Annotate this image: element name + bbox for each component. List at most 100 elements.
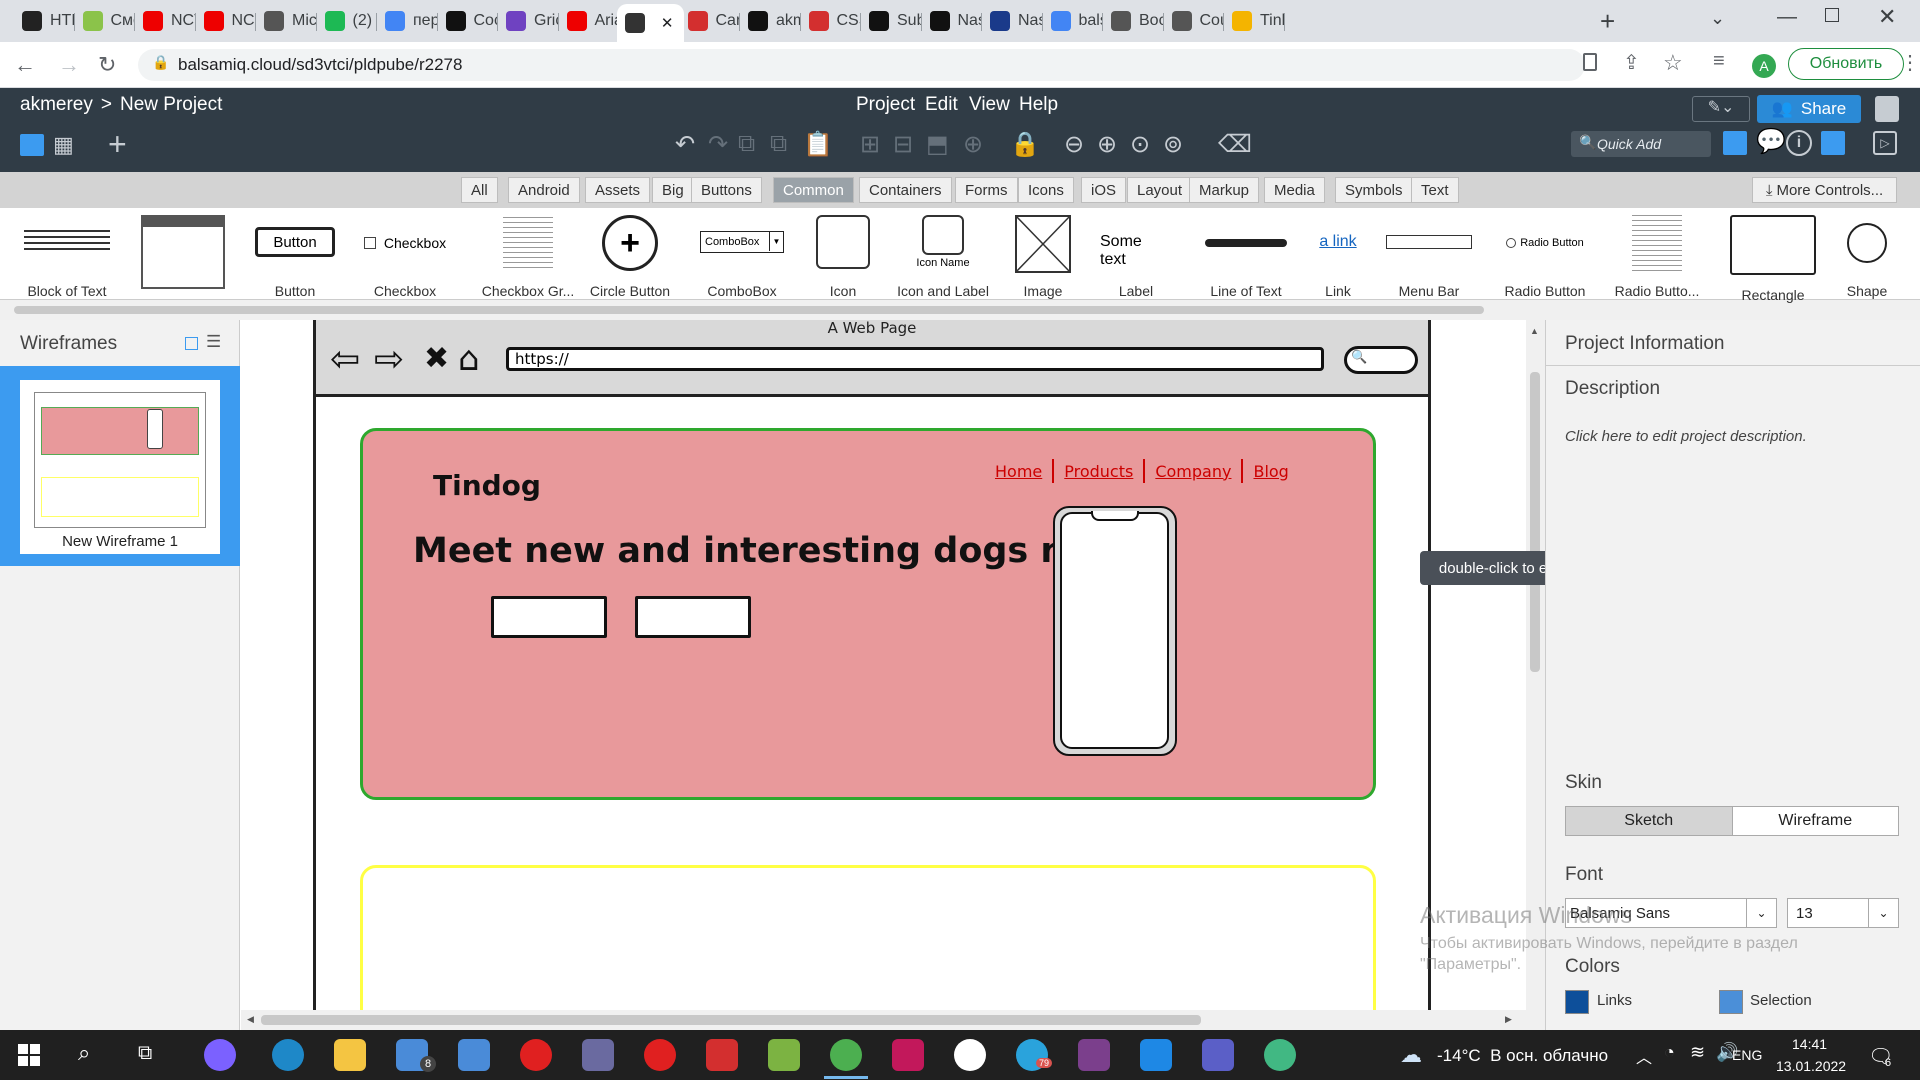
chrome-icon[interactable] xyxy=(830,1039,862,1071)
canvas-horizontal-scrollbar[interactable]: ◀ ▶ xyxy=(241,1010,1545,1030)
share-button[interactable]: 👥 Share xyxy=(1757,95,1861,123)
palette-scroll-thumb[interactable] xyxy=(14,306,1484,314)
browser-tab[interactable]: Nas xyxy=(922,4,982,38)
clock-time[interactable]: 14:41 xyxy=(1792,1036,1827,1052)
category-tab-big[interactable]: Big xyxy=(652,177,694,203)
browser-tab[interactable]: ✕ xyxy=(617,4,684,42)
clipboard-tool-icon[interactable]: 📋 xyxy=(803,130,833,159)
ungroup-icon[interactable]: ⊟ xyxy=(893,130,913,159)
palette-icon-and-label[interactable]: Icon Name Icon and Label xyxy=(897,215,989,299)
back-icon[interactable]: ← xyxy=(14,52,36,78)
browser-tab[interactable]: Aria xyxy=(559,4,619,38)
palette-checkbox[interactable]: Checkbox Checkbox xyxy=(360,215,450,299)
skin-option-sketch[interactable]: Sketch xyxy=(1566,807,1733,835)
category-tab-buttons[interactable]: Buttons xyxy=(691,177,762,203)
palette-icon[interactable]: Icon xyxy=(815,215,871,299)
yandex-browser-icon[interactable] xyxy=(954,1039,986,1071)
mockup-hero-section[interactable]: Tindog Home Products Company Blog Meet n… xyxy=(360,428,1376,800)
maximize-button[interactable] xyxy=(1825,8,1839,22)
category-tab-forms[interactable]: Forms xyxy=(955,177,1018,203)
zoom-in-icon[interactable]: ⊕ xyxy=(1097,130,1117,159)
breadcrumb-user[interactable]: akmerey xyxy=(20,94,93,116)
palette-label-item[interactable]: Some text Label xyxy=(1100,215,1172,299)
properties-panel-icon[interactable] xyxy=(1821,131,1845,155)
weather-text[interactable]: -14°C В осн. облачно xyxy=(1437,1046,1608,1066)
info-icon[interactable]: i xyxy=(1786,130,1812,156)
thumbnail-view-icon[interactable] xyxy=(185,337,198,350)
category-tab-all[interactable]: All xyxy=(461,177,498,203)
vscode-icon[interactable] xyxy=(1140,1039,1172,1071)
browser-tab[interactable]: пер xyxy=(377,4,438,38)
edit-mode-button[interactable]: ✎⌄ xyxy=(1692,96,1750,122)
browser-tab[interactable]: bals xyxy=(1043,4,1103,38)
category-tab-icons[interactable]: Icons xyxy=(1018,177,1074,203)
calendar-icon[interactable] xyxy=(582,1039,614,1071)
scroll-up-arrow-icon[interactable]: ▲ xyxy=(1530,326,1539,336)
ui-library-icon[interactable] xyxy=(1723,131,1747,155)
palette-checkbox-group[interactable]: Checkbox Gr... xyxy=(478,215,578,299)
intellij-icon[interactable] xyxy=(892,1039,924,1071)
add-wireframe-icon[interactable]: + xyxy=(108,126,127,163)
comments-icon[interactable]: 💬 xyxy=(1756,127,1786,156)
category-tab-media[interactable]: Media xyxy=(1264,177,1325,203)
present-icon[interactable]: ▷ xyxy=(1873,131,1897,155)
category-tab-assets[interactable]: Assets xyxy=(585,177,651,203)
bluestacks-icon[interactable] xyxy=(768,1039,800,1071)
more-controls-button[interactable]: ⤓ More Controls... xyxy=(1752,177,1897,203)
mockup-browser-window[interactable]: A Web Page ⇦ ⇨ ✖ ⌂ https:// 🔍 Tindog Hom… xyxy=(313,320,1431,1010)
user-account-icon[interactable] xyxy=(1875,96,1899,122)
browser-tab[interactable]: Cou xyxy=(1164,4,1224,38)
task-view-icon[interactable]: ⧉ xyxy=(138,1042,152,1065)
palette-radio-button[interactable]: Radio Button Radio Button xyxy=(1500,215,1590,299)
browser-tab[interactable]: Boc xyxy=(1103,4,1164,38)
browser-tab[interactable]: Car xyxy=(680,4,740,38)
menu-project[interactable]: Project xyxy=(856,94,915,116)
weather-icon[interactable]: ☁ xyxy=(1400,1042,1422,1068)
browser-tab[interactable]: HTM xyxy=(14,4,75,38)
redo-icon[interactable]: ↷ xyxy=(708,130,728,159)
yandex-icon[interactable] xyxy=(644,1039,676,1071)
mockup-url-field[interactable]: https:// xyxy=(506,347,1324,371)
bring-front-icon[interactable]: ⬒ xyxy=(926,130,949,159)
reload-icon[interactable]: ↻ xyxy=(98,52,116,78)
browser-tab[interactable]: Coc xyxy=(438,4,498,38)
browser-tab[interactable]: (2) \ xyxy=(317,4,377,38)
canvas-area[interactable]: A Web Page ⇦ ⇨ ✖ ⌂ https:// 🔍 Tindog Hom… xyxy=(241,320,1526,1010)
wireframe-name[interactable]: New Wireframe 1 xyxy=(20,531,220,554)
quick-add-input[interactable]: 🔍 Quick Add xyxy=(1571,131,1711,157)
language-indicator[interactable]: ENG xyxy=(1732,1047,1762,1063)
font-size-select[interactable]: 13 ⌄ xyxy=(1787,898,1899,928)
category-tab-ios[interactable]: iOS xyxy=(1081,177,1127,203)
mockup-button-1[interactable] xyxy=(491,596,607,638)
browser-tab[interactable]: Sub xyxy=(861,4,922,38)
mockup-nav-blog[interactable]: Blog xyxy=(1243,462,1298,481)
browser-tab[interactable]: Смо xyxy=(75,4,135,38)
mockup-phone[interactable] xyxy=(1053,506,1177,756)
store-icon[interactable] xyxy=(458,1039,490,1071)
category-tab-text[interactable]: Text xyxy=(1411,177,1459,203)
palette-scrollbar[interactable] xyxy=(0,300,1920,320)
copy-icon[interactable]: ⧉ xyxy=(738,130,755,158)
network-icon[interactable]: ◔ xyxy=(1664,1042,1675,1063)
profile-avatar[interactable]: A xyxy=(1752,54,1776,78)
palette-menu-bar[interactable]: Menu Bar xyxy=(1385,215,1473,299)
palette-rectangle[interactable]: Rectangle xyxy=(1730,215,1816,303)
palette-shape[interactable]: Shape xyxy=(1842,215,1892,299)
tab-search-icon[interactable]: ⌄ xyxy=(1710,8,1725,29)
browser-menu-icon[interactable]: ⋮ xyxy=(1900,50,1920,75)
links-color-swatch[interactable] xyxy=(1565,990,1589,1014)
clipboard-icon[interactable] xyxy=(1583,53,1597,71)
canvas-vscroll-thumb[interactable] xyxy=(1530,372,1540,672)
browser-tab[interactable]: Tinl xyxy=(1224,4,1285,38)
palette-link[interactable]: a link Link xyxy=(1310,215,1366,299)
paste-icon[interactable]: ⧉ xyxy=(770,130,787,158)
menu-edit[interactable]: Edit xyxy=(925,94,958,116)
atom-icon[interactable] xyxy=(1264,1039,1296,1071)
zoom-out-icon[interactable]: ⊖ xyxy=(1064,130,1084,159)
lock-tool-icon[interactable]: 🔒 xyxy=(1010,130,1040,159)
close-window-button[interactable]: ✕ xyxy=(1878,4,1896,30)
browser-tab[interactable]: NCT xyxy=(196,4,256,38)
acrobat-icon[interactable] xyxy=(706,1039,738,1071)
share-page-icon[interactable]: ⇪ xyxy=(1623,50,1640,75)
palette-button[interactable]: Button Button xyxy=(250,215,340,299)
